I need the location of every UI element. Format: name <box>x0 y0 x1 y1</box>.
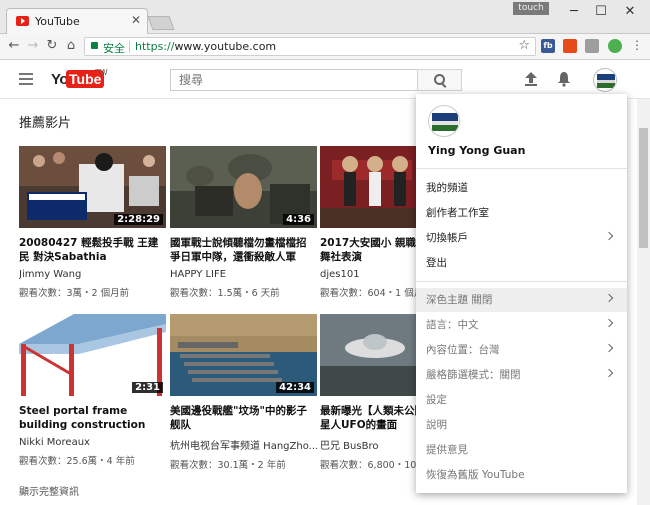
section-title: 推薦影片 <box>19 116 72 131</box>
office-extension-icon[interactable] <box>563 39 577 53</box>
video-channel[interactable]: Nikki Moreaux <box>19 437 166 448</box>
new-tab-button[interactable] <box>147 16 175 30</box>
chevron-right-icon <box>604 368 614 378</box>
close-tab-icon[interactable]: ✕ <box>131 13 141 27</box>
video-thumbnail[interactable]: 42:34 <box>170 314 317 396</box>
account-user-name: Ying Yong Guan <box>428 144 526 157</box>
menu-item-settings[interactable]: 設定 <box>416 388 627 412</box>
video-card[interactable]: 2:31 Steel portal frame building constru… <box>19 314 166 467</box>
video-card[interactable]: 4:36 國軍戰士說傾聽檔勿畫檔檔招 爭日軍中隊，還衝殺敵人軍 HAPPY LI… <box>170 146 317 299</box>
menu-item-dark-theme[interactable]: 深色主題 關閉 <box>416 288 627 312</box>
video-title[interactable]: 20080427 輕鬆投手戰 王建民 對決Sabathia <box>19 236 166 264</box>
bookmark-star-icon[interactable]: ☆ <box>518 38 530 53</box>
menu-item-switch-account[interactable]: 切換帳戶 <box>416 226 627 250</box>
tab-title: YouTube <box>35 15 80 28</box>
video-title[interactable]: Steel portal frame building construction <box>19 404 166 432</box>
video-channel[interactable]: 杭州电视台军事频道 HangZho... <box>170 437 317 452</box>
menu-item-language[interactable]: 語言：中文 <box>416 313 627 337</box>
menu-item-my-channel[interactable]: 我的頻道 <box>416 176 627 200</box>
chrome-menu-icon[interactable]: ⋮ <box>628 38 646 52</box>
menu-item-creator-studio[interactable]: 創作者工作室 <box>416 201 627 225</box>
chevron-right-icon <box>604 318 614 328</box>
menu-divider <box>416 168 627 169</box>
video-channel[interactable]: Jimmy Wang <box>19 269 166 280</box>
menu-item-location[interactable]: 內容位置：台灣 <box>416 338 627 362</box>
home-icon[interactable]: ⌂ <box>62 38 80 53</box>
browser-titlebar: YouTube ✕ touch ─ ☐ ✕ <box>0 0 650 34</box>
search-button[interactable] <box>417 69 462 91</box>
video-channel[interactable]: HAPPY LIFE <box>170 269 317 280</box>
menu-divider <box>416 281 627 282</box>
gray-extension-icon[interactable] <box>585 39 599 53</box>
menu-item-label: 說明 <box>426 419 447 431</box>
video-meta: 觀看次數：25.6萬・4 年前 <box>19 456 135 467</box>
menu-item-label: 語言：中文 <box>426 319 479 331</box>
page-scrollbar-thumb[interactable] <box>639 128 648 248</box>
youtube-favicon-icon <box>16 16 29 26</box>
video-card[interactable]: 42:34 美國邊役戰艦"坟场"中的影子 舰队 杭州电视台军事频道 HangZh… <box>170 314 317 471</box>
omnibox-separator <box>129 41 130 53</box>
logo-region-label: TW <box>95 68 108 77</box>
account-avatar-button[interactable] <box>593 68 617 92</box>
show-more-info-link[interactable]: 顯示完整資訊 <box>19 483 79 498</box>
close-window-icon[interactable]: ✕ <box>620 4 640 19</box>
video-duration: 2:31 <box>132 382 163 393</box>
account-menu: Ying Yong Guan 我的頻道 創作者工作室 切換帳戶 登出 深色主題 … <box>416 94 627 493</box>
menu-item-label: 嚴格篩選模式：關閉 <box>426 369 521 381</box>
menu-item-label: 內容位置：台灣 <box>426 344 500 356</box>
search-input[interactable] <box>170 69 418 91</box>
facebook-extension-icon[interactable]: fb <box>541 39 555 53</box>
menu-item-label: 深色主題 關閉 <box>426 294 493 306</box>
video-meta: 觀看次數：30.1萬・2 年前 <box>170 460 286 471</box>
menu-avatar-image <box>432 113 458 131</box>
menu-item-help[interactable]: 說明 <box>416 413 627 437</box>
video-title[interactable]: 國軍戰士說傾聽檔勿畫檔檔招 爭日軍中隊，還衝殺敵人軍 <box>170 236 317 264</box>
forward-icon[interactable]: → <box>24 38 42 53</box>
menu-item-label: 提供意見 <box>426 444 468 456</box>
secure-label: 安全 <box>103 42 125 55</box>
browser-tab[interactable]: YouTube ✕ <box>6 8 148 34</box>
menu-item-label: 創作者工作室 <box>426 207 489 219</box>
url-scheme: https:// <box>135 40 175 53</box>
menu-item-label: 切換帳戶 <box>426 232 468 244</box>
account-avatar-image <box>597 74 615 88</box>
menu-item-label: 我的頻道 <box>426 182 468 194</box>
notifications-bell-icon[interactable] <box>557 71 571 87</box>
video-thumbnail[interactable]: 4:36 <box>170 146 317 228</box>
maximize-icon[interactable]: ☐ <box>591 4 611 19</box>
reload-icon[interactable]: ↻ <box>43 38 61 53</box>
video-thumbnail[interactable]: 2:31 <box>19 314 166 396</box>
menu-item-restricted-mode[interactable]: 嚴格篩選模式：關閉 <box>416 363 627 387</box>
menu-item-feedback[interactable]: 提供意見 <box>416 438 627 462</box>
address-bar[interactable]: 安全 https://www.youtube.com ☆ <box>84 37 536 56</box>
chevron-right-icon <box>604 231 614 241</box>
guide-menu-icon[interactable] <box>19 73 33 85</box>
lock-icon <box>91 42 98 49</box>
browser-toolbar: ← → ↻ ⌂ 安全 https://www.youtube.com ☆ fb … <box>0 34 650 60</box>
video-title[interactable]: 美國邊役戰艦"坟场"中的影子 舰队 <box>170 404 317 432</box>
video-card[interactable]: 2:28:29 20080427 輕鬆投手戰 王建民 對決Sabathia Ji… <box>19 146 166 299</box>
back-icon[interactable]: ← <box>5 38 23 53</box>
video-duration: 4:36 <box>283 214 314 225</box>
chrome-extension-icon[interactable] <box>608 39 622 53</box>
upload-icon[interactable] <box>524 71 538 87</box>
video-duration: 2:28:29 <box>114 214 163 225</box>
chevron-right-icon <box>604 293 614 303</box>
minimize-icon[interactable]: ─ <box>564 4 584 19</box>
menu-item-sign-out[interactable]: 登出 <box>416 251 627 275</box>
menu-item-label: 恢復為舊版 YouTube <box>426 469 525 481</box>
menu-avatar <box>428 105 460 137</box>
menu-item-restore-classic[interactable]: 恢復為舊版 YouTube <box>416 463 627 487</box>
chevron-right-icon <box>604 343 614 353</box>
menu-item-label: 設定 <box>426 394 447 406</box>
url-text: https://www.youtube.com <box>135 40 276 53</box>
video-thumbnail[interactable]: 2:28:29 <box>19 146 166 228</box>
video-duration: 42:34 <box>276 382 314 393</box>
touch-mode-badge: touch <box>513 2 549 15</box>
menu-item-label: 登出 <box>426 257 447 269</box>
url-host: www.youtube.com <box>174 40 277 53</box>
video-meta: 觀看次數：1.5萬・6 天前 <box>170 288 280 299</box>
video-meta: 觀看次數：3萬・2 個月前 <box>19 288 130 299</box>
